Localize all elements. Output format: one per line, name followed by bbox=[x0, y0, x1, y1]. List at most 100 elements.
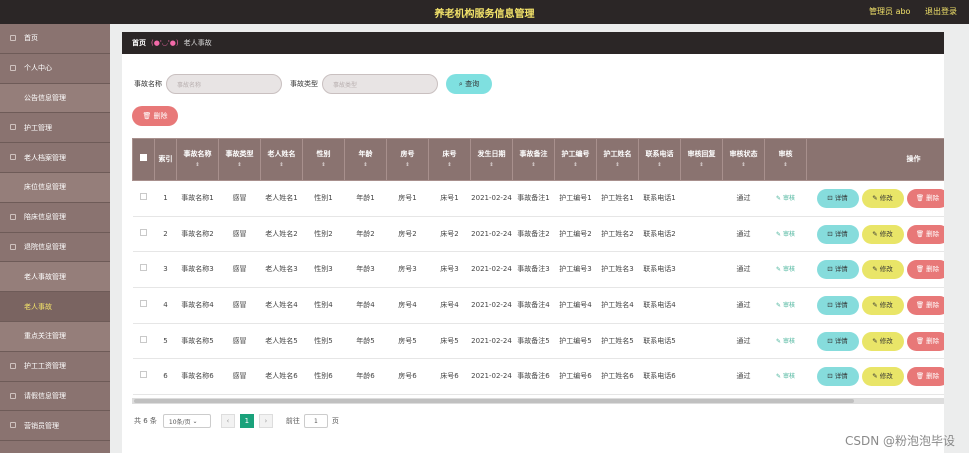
table-row: 5 事故名称5 感冒 老人姓名5 性别5 年龄5 房号5 床号5 2021-02-24 事故备注5… bbox=[132, 323, 944, 360]
column-header-label: 索引 bbox=[158, 155, 173, 163]
edit-button[interactable]: ✎ 修改 bbox=[861, 367, 904, 387]
next-page-button[interactable]: › bbox=[258, 414, 273, 428]
column-header[interactable]: 审核回复 ⇕ bbox=[680, 138, 723, 181]
sort-icon[interactable]: ⇕ bbox=[513, 160, 554, 171]
review-link[interactable]: 审核 bbox=[783, 302, 795, 309]
sidebar-item[interactable]: 陪床信息管理 bbox=[0, 203, 110, 233]
sidebar-item[interactable]: 床位信息管理 bbox=[0, 172, 110, 203]
menu-icon bbox=[10, 213, 16, 220]
sort-icon[interactable]: ⇕ bbox=[219, 160, 260, 171]
current-page-button[interactable]: 1 bbox=[239, 414, 254, 428]
row-checkbox[interactable] bbox=[140, 371, 147, 379]
detail-button[interactable]: ⊡ 详情 bbox=[816, 188, 859, 208]
edit-button[interactable]: ✎ 修改 bbox=[861, 224, 904, 244]
edit-button[interactable]: ✎ 修改 bbox=[861, 188, 904, 208]
sidebar-item[interactable]: 首页 bbox=[0, 24, 110, 54]
sort-icon[interactable]: ⇕ bbox=[765, 160, 806, 171]
review-link[interactable]: 审核 bbox=[783, 266, 795, 273]
column-header[interactable]: 索引 bbox=[154, 138, 177, 181]
accident-name-input[interactable]: 事故名称 bbox=[166, 74, 282, 94]
row-checkbox[interactable] bbox=[140, 264, 147, 272]
delete-button[interactable]: 🗑 删除 bbox=[906, 367, 944, 387]
cell-value: 房号6 bbox=[398, 372, 417, 381]
button-label: 详情 bbox=[834, 229, 848, 238]
sidebar-item[interactable]: 个人中心 bbox=[0, 54, 110, 84]
sort-icon[interactable]: ⇕ bbox=[723, 160, 764, 171]
prev-page-button[interactable]: ‹ bbox=[220, 414, 235, 428]
edit-button[interactable]: ✎ 修改 bbox=[861, 295, 904, 315]
sidebar-item[interactable]: 营销员管理 bbox=[0, 411, 110, 442]
detail-button[interactable]: ⊡ 详情 bbox=[816, 367, 859, 387]
table-cell: 事故名称4 bbox=[176, 287, 219, 324]
page-size-select[interactable]: 10条/页 ⌄ bbox=[162, 414, 211, 428]
cell-value: 通过 bbox=[736, 336, 751, 345]
sidebar-item[interactable]: 护工管理 bbox=[0, 113, 110, 144]
delete-button[interactable]: 🗑 删除 bbox=[906, 331, 944, 351]
table-row: 1 事故名称1 感冒 老人姓名1 性别1 年龄1 房号1 床号1 2021-02-24 事故备注1… bbox=[132, 180, 944, 217]
column-header[interactable]: 床号 ⇕ bbox=[428, 138, 471, 181]
query-button[interactable]: ⌕ 查询 bbox=[446, 74, 492, 94]
detail-button[interactable]: ⊡ 详情 bbox=[816, 331, 859, 351]
column-header[interactable]: 事故类型 ⇕ bbox=[218, 138, 261, 181]
column-header[interactable]: 审核 ⇕ bbox=[764, 138, 807, 181]
detail-button[interactable]: ⊡ 详情 bbox=[816, 295, 859, 315]
sidebar-item[interactable]: 请假信息管理 bbox=[0, 382, 110, 412]
review-link[interactable]: 审核 bbox=[783, 195, 795, 202]
sidebar-item[interactable]: 退院信息管理 bbox=[0, 233, 110, 263]
horizontal-scrollbar[interactable] bbox=[132, 398, 944, 404]
select-all-checkbox[interactable] bbox=[140, 154, 147, 161]
sidebar-item[interactable]: 老人档案管理 bbox=[0, 143, 110, 173]
edit-button[interactable]: ✎ 修改 bbox=[861, 260, 904, 280]
table-row: 4 事故名称4 感冒 老人姓名4 性别4 年龄4 房号4 床号4 2021-02-24 事故备注4… bbox=[132, 287, 944, 324]
scrollbar-thumb[interactable] bbox=[134, 399, 854, 403]
review-link[interactable]: 审核 bbox=[783, 231, 795, 238]
delete-button[interactable]: 🗑 删除 bbox=[906, 188, 944, 208]
cell-value: 性别1 bbox=[314, 193, 333, 202]
sort-icon[interactable]: ⇕ bbox=[345, 160, 386, 171]
review-link[interactable]: 审核 bbox=[783, 373, 795, 380]
column-header[interactable]: 发生日期 ⇕ bbox=[470, 138, 513, 181]
batch-delete-button[interactable]: 🗑 删除 bbox=[132, 106, 178, 126]
detail-button[interactable]: ⊡ 详情 bbox=[816, 260, 859, 280]
detail-button[interactable]: ⊡ 详情 bbox=[816, 224, 859, 244]
accident-type-input[interactable]: 事故类型 bbox=[322, 74, 438, 94]
delete-button[interactable]: 🗑 删除 bbox=[906, 295, 944, 315]
delete-button[interactable]: 🗑 删除 bbox=[906, 224, 944, 244]
sort-icon[interactable]: ⇕ bbox=[261, 160, 302, 171]
row-checkbox[interactable] bbox=[140, 335, 147, 343]
column-header[interactable]: 联系电话 ⇕ bbox=[638, 138, 681, 181]
sidebar-item[interactable]: 老人事故 bbox=[0, 292, 110, 322]
sidebar-item[interactable]: 重点关注管理 bbox=[0, 321, 110, 352]
sort-icon[interactable]: ⇕ bbox=[555, 160, 596, 171]
row-checkbox[interactable] bbox=[140, 228, 147, 236]
column-header[interactable]: 护工编号 ⇕ bbox=[554, 138, 597, 181]
row-checkbox[interactable] bbox=[140, 299, 147, 307]
column-header[interactable]: 年龄 ⇕ bbox=[344, 138, 387, 181]
sort-icon[interactable]: ⇕ bbox=[681, 160, 722, 171]
column-header[interactable]: 房号 ⇕ bbox=[386, 138, 429, 181]
column-header[interactable]: 老人姓名 ⇕ bbox=[260, 138, 303, 181]
breadcrumb-home[interactable]: 首页 bbox=[132, 38, 146, 48]
column-header[interactable]: 事故备注 ⇕ bbox=[512, 138, 555, 181]
sort-icon[interactable]: ⇕ bbox=[597, 160, 638, 171]
sidebar-item[interactable]: 公告信息管理 bbox=[0, 83, 110, 114]
sort-icon[interactable]: ⇕ bbox=[387, 160, 428, 171]
table-cell: 事故备注4 bbox=[512, 287, 555, 324]
sidebar-item[interactable]: 护工工资管理 bbox=[0, 352, 110, 382]
sort-icon[interactable]: ⇕ bbox=[303, 160, 344, 171]
review-link[interactable]: 审核 bbox=[783, 338, 795, 345]
sort-icon[interactable]: ⇕ bbox=[429, 160, 470, 171]
column-header[interactable]: 护工姓名 ⇕ bbox=[596, 138, 639, 181]
sort-icon[interactable]: ⇕ bbox=[471, 160, 512, 171]
column-header[interactable]: 事故名称 ⇕ bbox=[176, 138, 219, 181]
sort-icon[interactable]: ⇕ bbox=[177, 160, 218, 171]
column-header[interactable]: 性别 ⇕ bbox=[302, 138, 345, 181]
column-header[interactable]: 审核状态 ⇕ bbox=[722, 138, 765, 181]
goto-page-input[interactable]: 1 bbox=[303, 414, 328, 428]
sidebar-item[interactable]: 老人事故管理 bbox=[0, 262, 110, 293]
edit-button[interactable]: ✎ 修改 bbox=[861, 331, 904, 351]
sort-icon[interactable]: ⇕ bbox=[639, 160, 680, 171]
delete-button[interactable]: 🗑 删除 bbox=[906, 260, 944, 280]
logout-link[interactable]: 退出登录 bbox=[925, 7, 957, 16]
row-checkbox[interactable] bbox=[140, 192, 147, 200]
